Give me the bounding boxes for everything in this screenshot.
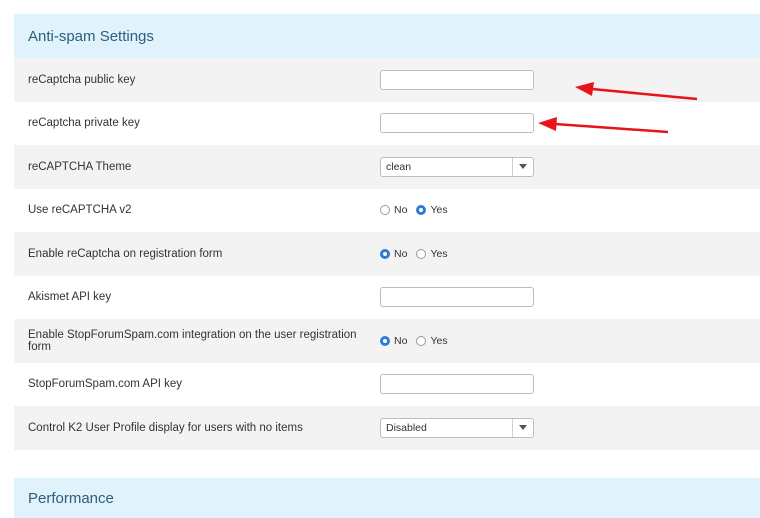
section-title: Anti-spam Settings [28,27,154,45]
setting-label: reCaptcha private key [28,117,140,130]
setting-label: Akismet API key [28,291,112,304]
recaptcha-registration-yes-option[interactable]: Yes [416,247,448,260]
radio-off-icon[interactable] [380,205,390,216]
radio-label: No [394,204,408,217]
radio-label: Yes [430,334,448,347]
setting-row-recaptcha-private-key: reCaptcha private key [14,102,760,146]
select-value: clean [386,160,412,173]
radio-off-icon[interactable] [416,335,427,346]
radio-off-icon[interactable] [416,248,427,259]
setting-row-stopforumspam-integration: Enable StopForumSpam.com integration on … [14,319,760,363]
section-header-anti-spam: Anti-spam Settings [14,14,760,58]
setting-label: Enable reCaptcha on registration form [28,247,223,260]
setting-label: Use reCAPTCHA v2 [28,204,132,217]
setting-label: reCaptcha public key [28,73,136,86]
radio-label: Yes [430,247,448,260]
caret-down-icon [512,157,533,176]
use-recaptcha-v2-yes-option[interactable]: Yes [416,204,448,217]
setting-label: Enable StopForumSpam.com integration on … [28,328,357,353]
use-recaptcha-v2-no-option[interactable]: No [380,204,407,216]
stopforumspam-yes-option[interactable]: Yes [416,334,448,347]
stopforumspam-api-key-input[interactable] [380,374,534,395]
setting-row-recaptcha-theme: reCAPTCHA Theme clean [14,145,760,189]
setting-row-k2-user-profile: Control K2 User Profile display for user… [14,406,760,450]
section-header-performance: Performance [14,478,760,518]
radio-label: No [394,247,408,260]
recaptcha-private-key-input[interactable] [380,113,534,134]
setting-label: reCAPTCHA Theme [28,160,132,173]
recaptcha-registration-no-option[interactable]: No [380,248,407,260]
setting-label: Control K2 User Profile display for user… [28,421,303,434]
setting-label: StopForumSpam.com API key [28,378,183,391]
radio-on-icon[interactable] [380,248,390,259]
setting-row-recaptcha-public-key: reCaptcha public key [14,58,760,102]
radio-on-icon[interactable] [416,205,427,216]
recaptcha-theme-select[interactable]: clean [380,156,534,177]
radio-on-icon[interactable] [380,335,390,346]
recaptcha-public-key-input[interactable] [380,69,534,90]
radio-label: No [394,334,408,347]
setting-row-akismet-api-key: Akismet API key [14,276,760,320]
stopforumspam-no-option[interactable]: No [380,335,407,347]
setting-row-recaptcha-registration: Enable reCaptcha on registration form No… [14,232,760,276]
settings-list: reCaptcha public key reCaptcha private k… [14,58,760,450]
k2-user-profile-select[interactable]: Disabled [380,417,534,438]
akismet-api-key-input[interactable] [380,287,534,308]
select-value: Disabled [386,421,427,434]
setting-row-stopforumspam-api-key: StopForumSpam.com API key [14,363,760,407]
section-title: Performance [28,489,114,507]
setting-row-use-recaptcha-v2: Use reCAPTCHA v2 No Yes [14,189,760,233]
radio-label: Yes [430,204,448,217]
caret-down-icon [512,418,533,437]
